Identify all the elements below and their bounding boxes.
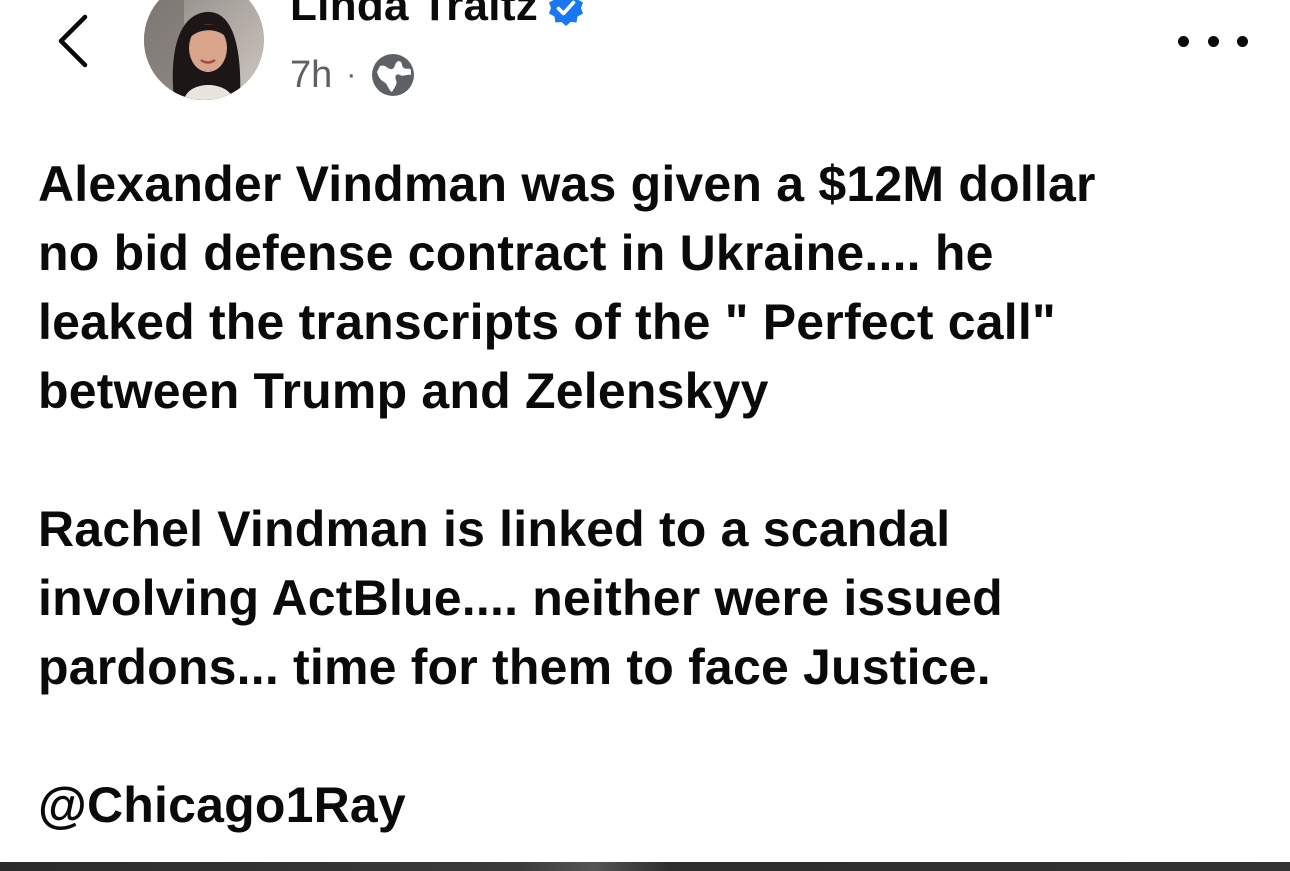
author-name[interactable]: Linda Traitz [290, 0, 586, 32]
post-line: leaked the transcripts of the " Perfect … [38, 294, 1056, 350]
post-line: Rachel Vindman is linked to a scandal [38, 501, 951, 557]
post-line: involving ActBlue.... neither were issue… [38, 570, 1003, 626]
post-line: Alexander Vindman was given a $12M dolla… [38, 156, 1096, 212]
author-name-text: Linda Traitz [290, 0, 539, 30]
verified-badge-icon [549, 0, 584, 26]
post-meta: 7h · [290, 50, 416, 100]
attached-media-preview[interactable] [0, 862, 1290, 871]
mention-link[interactable]: @Chicago1Ray [38, 771, 1258, 840]
avatar[interactable] [144, 0, 264, 100]
back-button[interactable] [42, 10, 102, 72]
more-options-button[interactable] [1178, 24, 1248, 58]
meta-separator: · [346, 58, 357, 91]
post-timestamp[interactable]: 7h [290, 54, 332, 97]
post-line: no bid defense contract in Ukraine.... h… [38, 225, 994, 281]
post-text: Alexander Vindman was given a $12M dolla… [38, 150, 1258, 840]
post-line: pardons... time for them to face Justice… [38, 639, 991, 695]
more-horizontal-icon-dot-3 [1237, 35, 1248, 47]
post-line: between Trump and Zelenskyy [38, 363, 769, 419]
globe-icon[interactable] [370, 52, 416, 98]
chevron-left-icon [58, 14, 88, 68]
more-horizontal-icon-dot-2 [1207, 35, 1219, 47]
more-horizontal-icon-dot-1 [1178, 35, 1189, 47]
avatar-image [144, 0, 264, 100]
post-view: Linda Traitz 7h · Alexander Vindman was … [0, 0, 1290, 871]
